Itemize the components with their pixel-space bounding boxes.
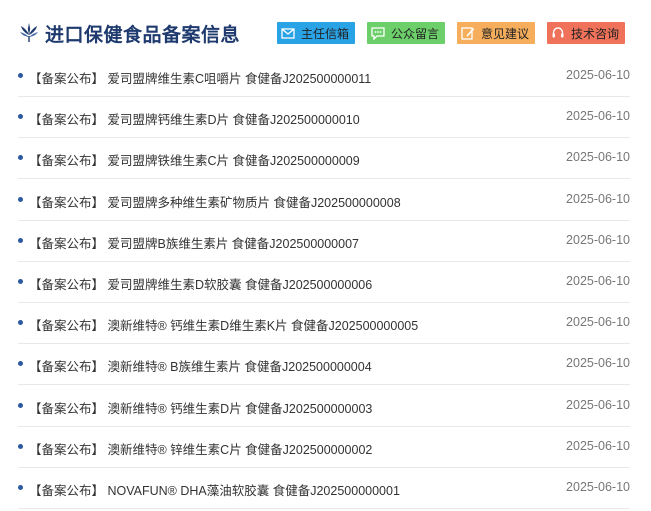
list-item[interactable]: 【备案公布】 NOVAFUN® DHA藻油软胶囊 食健备J20250000000… [18, 468, 630, 509]
item-date: 2025-06-10 [566, 274, 630, 288]
item-title: 爱司盟牌维生素D软胶囊 食健备J202500000006 [107, 278, 373, 292]
list-item[interactable]: 【备案公布】 爱司盟牌多种维生素矿物质片 食健备J202500000008 202… [18, 180, 630, 221]
item-category: 【备案公布】 [29, 195, 105, 210]
item-title: 爱司盟牌铁维生素C片 食健备J202500000009 [107, 154, 360, 169]
list-item[interactable]: 【备案公布】 爱司盟牌B族维生素片 食健备J202500000007 2025-0… [18, 221, 630, 262]
item-date: 2025-06-10 [566, 397, 630, 412]
bullet-dot [18, 320, 23, 326]
list-item[interactable]: 【备案公布】 爱司盟牌铁维生素C片 食健备J202500000009 2025-0… [18, 138, 630, 180]
bullet-dot [18, 361, 23, 367]
item-title: 澳新维特® 钙维生素D片 食健备J202500000003 [107, 401, 373, 416]
list-item[interactable]: 【备案公布】 爱司盟牌维生素C咀嚼片 食健备J202500000011 2025-… [18, 56, 630, 97]
message-icon [367, 22, 389, 44]
item-category: 【备案公布】 [29, 401, 105, 416]
item-date: 2025-06-10 [566, 438, 630, 453]
item-date: 2025-06-10 [566, 68, 630, 82]
bullet-dot [18, 237, 23, 243]
suggestion-button[interactable]: 意见建议 [457, 22, 535, 44]
list-item[interactable]: 【备案公布】 爱司盟牌维生素D软胶囊 食健备J202500000006 2025-… [18, 262, 630, 303]
bullet-dot [18, 196, 23, 202]
item-date: 2025-06-10 [566, 356, 630, 371]
item-title: 澳新维特® B族维生素片 食健备J202500000004 [107, 360, 372, 375]
public-message-label: 公众留言 [391, 26, 440, 41]
item-title: 爱司盟牌多种维生素矿物质片 食健备J202500000008 [107, 195, 401, 210]
mail-icon [277, 22, 299, 44]
director-mailbox-label: 主任信箱 [301, 26, 350, 41]
item-title: 爱司盟牌维生素C咀嚼片 食健备J202500000011 [107, 72, 372, 86]
bullet-dot [18, 114, 23, 120]
item-link[interactable]: 【备案公布】 澳新维特® 钙维生素D片 食健备J202500000003 [29, 398, 372, 417]
item-title: 爱司盟牌钙维生素D片 食健备J202500000010 [107, 113, 360, 128]
item-title: NOVAFUN® DHA藻油软胶囊 食健备J202500000001 [107, 484, 400, 498]
item-link[interactable]: 【备案公布】 澳新维特® B族维生素片 食健备J202500000004 [29, 356, 372, 375]
list-item[interactable]: 【备案公布】 澳新维特® 钙维生素D片 食健备J202500000003 2025… [18, 386, 630, 427]
tech-consult-label: 技术咨询 [571, 26, 620, 41]
bullet-dot [18, 155, 23, 161]
item-date: 2025-06-10 [566, 150, 630, 165]
item-date: 2025-06-10 [566, 191, 630, 206]
item-link[interactable]: 【备案公布】 爱司盟牌钙维生素D片 食健备J202500000010 [29, 109, 360, 128]
item-category: 【备案公布】 [29, 319, 105, 334]
item-link[interactable]: 【备案公布】 爱司盟牌B族维生素片 食健备J202500000007 [29, 233, 359, 252]
headset-icon [547, 22, 569, 44]
bullet-dot [18, 279, 23, 284]
item-link[interactable]: 【备案公布】 爱司盟牌铁维生素C片 食健备J202500000009 [29, 150, 360, 169]
director-mailbox-button[interactable]: 主任信箱 [277, 22, 355, 44]
tech-consult-button[interactable]: 技术咨询 [547, 22, 625, 44]
item-category: 【备案公布】 [29, 442, 105, 457]
item-date: 2025-06-10 [566, 480, 630, 494]
item-category: 【备案公布】 [29, 236, 105, 251]
item-category: 【备案公布】 [29, 360, 105, 375]
item-link[interactable]: 【备案公布】 澳新维特® 锌维生素C片 食健备J202500000002 [29, 439, 372, 458]
bullet-dot [18, 402, 23, 408]
item-category: 【备案公布】 [29, 484, 105, 498]
item-title: 爱司盟牌B族维生素片 食健备J202500000007 [107, 236, 359, 251]
suggestion-label: 意见建议 [481, 26, 530, 41]
item-category: 【备案公布】 [29, 154, 105, 169]
item-link[interactable]: 【备案公布】 澳新维特® 钙维生素D维生素K片 食健备J202500000005 [29, 315, 418, 334]
item-category: 【备案公布】 [29, 72, 105, 86]
item-date: 2025-06-10 [566, 109, 630, 124]
list-item[interactable]: 【备案公布】 澳新维特® 钙维生素D维生素K片 食健备J202500000005… [18, 303, 630, 345]
item-date: 2025-06-10 [566, 315, 630, 330]
bullet-dot [18, 485, 23, 490]
bullet-dot [18, 73, 23, 78]
item-link[interactable]: 【备案公布】 NOVAFUN® DHA藻油软胶囊 食健备J20250000000… [29, 480, 400, 499]
item-date: 2025-06-10 [566, 232, 630, 247]
list-item[interactable]: 【备案公布】 澳新维特® B族维生素片 食健备J202500000004 2025… [18, 344, 630, 386]
list-item[interactable]: 【备案公布】 澳新维特® 锌维生素C片 食健备J202500000002 2025… [18, 427, 630, 468]
public-message-button[interactable]: 公众留言 [367, 22, 445, 44]
wheat-emblem-icon [20, 23, 38, 42]
item-link[interactable]: 【备案公布】 爱司盟牌多种维生素矿物质片 食健备J202500000008 [29, 192, 401, 211]
pencil-note-icon [457, 22, 479, 44]
bullet-dot [18, 443, 23, 449]
item-title: 澳新维特® 锌维生素C片 食健备J202500000002 [107, 442, 373, 457]
item-title: 澳新维特® 钙维生素D维生素K片 食健备J202500000005 [107, 319, 419, 334]
item-link[interactable]: 【备案公布】 爱司盟牌维生素C咀嚼片 食健备J202500000011 [29, 68, 371, 87]
list-item[interactable]: 【备案公布】 爱司盟牌钙维生素D片 食健备J202500000010 2025-0… [18, 97, 630, 139]
page-title: 进口保健食品备案信息 [45, 25, 241, 46]
item-category: 【备案公布】 [29, 278, 105, 292]
item-category: 【备案公布】 [29, 113, 105, 128]
item-link[interactable]: 【备案公布】 爱司盟牌维生素D软胶囊 食健备J202500000006 [29, 274, 372, 293]
